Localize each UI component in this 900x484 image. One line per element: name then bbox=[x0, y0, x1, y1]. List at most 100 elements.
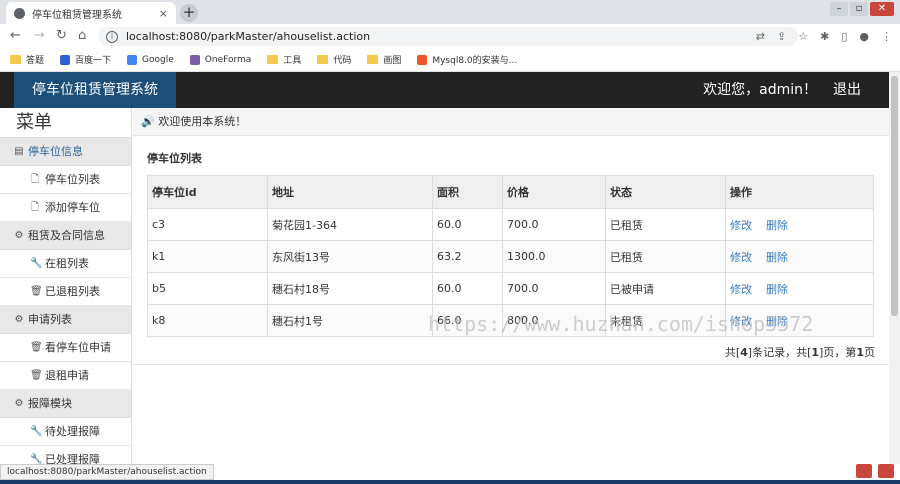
sidepanel-icon[interactable]: ▯ bbox=[841, 30, 847, 43]
minimize-button[interactable]: – bbox=[830, 2, 848, 16]
cell-area: 60.0 bbox=[432, 272, 503, 305]
total-records: 4 bbox=[740, 346, 748, 359]
input-method-icon[interactable] bbox=[856, 464, 872, 478]
site-header: 停车位租赁管理系统 欢迎您，admin！ 退出 bbox=[0, 72, 889, 108]
col-price: 价格 bbox=[502, 175, 606, 209]
cell-actions: 修改 删除 bbox=[725, 240, 874, 273]
vertical-scrollbar[interactable] bbox=[889, 72, 900, 464]
file-icon: 🗋 bbox=[30, 201, 40, 213]
profile-icon[interactable]: ● bbox=[859, 30, 869, 43]
brand-title[interactable]: 停车位租赁管理系统 bbox=[14, 72, 176, 108]
wrench-icon: 🔧 bbox=[30, 257, 43, 269]
trash-icon: 🗑 bbox=[30, 341, 43, 353]
scrollbar-thumb[interactable] bbox=[891, 76, 898, 316]
cell-address: 东风街13号 bbox=[267, 240, 433, 273]
bookmark[interactable]: Google bbox=[127, 54, 174, 65]
bookmark[interactable]: 画图 bbox=[367, 53, 401, 66]
sidebar-item-return-applications[interactable]: 🗑 退租申请 bbox=[0, 362, 131, 390]
bookmarks-bar: 答题 百度一下 Google OneForma 工具 代码 画图 Mysql8.… bbox=[0, 48, 900, 72]
notice-bar: 🔊 欢迎使用本系统！ bbox=[133, 108, 889, 136]
cell-id: k1 bbox=[147, 240, 268, 273]
window-close-button[interactable]: ✕ bbox=[870, 2, 894, 16]
sidebar-group-faults[interactable]: ⚙ 报障模块 bbox=[0, 390, 131, 418]
edit-link[interactable]: 修改 bbox=[730, 283, 752, 296]
sidebar-item-view-applications[interactable]: 🗑 看停车位申请 bbox=[0, 334, 131, 362]
tray-app-icon[interactable] bbox=[878, 464, 894, 478]
cell-id: c3 bbox=[147, 208, 268, 241]
sidebar-group-applications[interactable]: ⚙ 申请列表 bbox=[0, 306, 131, 334]
bookmark[interactable]: OneForma bbox=[189, 54, 251, 65]
trash-icon: 🗑 bbox=[30, 285, 43, 297]
table-row: c3 菊花园1-364 60.0 700.0 已租赁 修改 删除 bbox=[147, 208, 874, 241]
logout-link[interactable]: 退出 bbox=[833, 72, 861, 108]
sidebar-item-renting[interactable]: 🔧 在租列表 bbox=[0, 250, 131, 278]
watermark: https://www.huzhan.com/ishop3572 bbox=[428, 312, 814, 336]
total-pages: 1 bbox=[811, 346, 820, 359]
folder-icon bbox=[10, 55, 21, 64]
cell-id: b5 bbox=[147, 272, 268, 305]
cell-price: 700.0 bbox=[502, 272, 606, 305]
edit-link[interactable]: 修改 bbox=[730, 251, 752, 264]
divider bbox=[133, 364, 889, 365]
delete-link[interactable]: 删除 bbox=[766, 283, 788, 296]
cell-status: 已租赁 bbox=[605, 208, 726, 241]
taskbar bbox=[0, 480, 900, 484]
bookmark[interactable]: Mysql8.0的安装与... bbox=[417, 53, 517, 66]
globe-icon bbox=[14, 7, 25, 19]
reload-icon[interactable]: ↻ bbox=[56, 28, 67, 43]
list-icon: ▤ bbox=[14, 145, 24, 157]
bookmark[interactable]: 工具 bbox=[267, 53, 301, 66]
menu-title: 菜单 bbox=[0, 108, 131, 138]
edit-link[interactable]: 修改 bbox=[730, 219, 752, 232]
maximize-button[interactable]: ▫ bbox=[850, 2, 868, 16]
sidebar-group-parking[interactable]: ▤ 停车位信息 bbox=[0, 138, 131, 166]
url-text: localhost:8080/parkMaster/ahouselist.act… bbox=[126, 30, 371, 43]
delete-link[interactable]: 删除 bbox=[766, 219, 788, 232]
toolbar-icons: ⇄ ⇪ ☆ ✱ ▯ ● ⋮ bbox=[756, 30, 892, 43]
gear-icon: ⚙ bbox=[14, 397, 24, 409]
table-row: k1 东风街13号 63.2 1300.0 已租赁 修改 删除 bbox=[147, 240, 874, 273]
trash-icon: 🗑 bbox=[30, 369, 43, 381]
oneforma-icon bbox=[189, 54, 200, 65]
tab-close-icon[interactable]: × bbox=[159, 7, 168, 20]
new-tab-button[interactable]: + bbox=[180, 4, 198, 22]
site-info-icon[interactable]: i bbox=[106, 30, 118, 43]
tray-icons bbox=[856, 464, 894, 478]
bookmark[interactable]: 百度一下 bbox=[60, 53, 111, 66]
window-controls: – ▫ ✕ bbox=[830, 2, 894, 16]
csdn-icon bbox=[417, 54, 428, 65]
sidebar-group-lease[interactable]: ⚙ 租赁及合同信息 bbox=[0, 222, 131, 250]
forward-icon[interactable]: → bbox=[34, 28, 45, 43]
browser-tab[interactable]: 停车位租赁管理系统 × bbox=[6, 2, 176, 24]
sidebar-item-returned[interactable]: 🗑 已退租列表 bbox=[0, 278, 131, 306]
url-bar[interactable]: i localhost:8080/parkMaster/ahouselist.a… bbox=[98, 27, 798, 46]
sidebar-item-add-parking[interactable]: 🗋 添加停车位 bbox=[0, 194, 131, 222]
col-status: 状态 bbox=[605, 175, 726, 209]
menu-icon[interactable]: ⋮ bbox=[881, 30, 892, 43]
bookmark[interactable]: 答题 bbox=[10, 53, 44, 66]
sidebar-item-pending-faults[interactable]: 🔧 待处理报障 bbox=[0, 418, 131, 446]
cell-address: 穗石村1号 bbox=[267, 304, 433, 337]
gear-icon: ⚙ bbox=[14, 313, 24, 325]
translate-icon[interactable]: ⇄ bbox=[756, 30, 765, 43]
cell-actions: 修改 删除 bbox=[725, 272, 874, 305]
sidebar-item-parking-list[interactable]: 🗋 停车位列表 bbox=[0, 166, 131, 194]
current-page: 1 bbox=[856, 346, 864, 359]
cell-actions: 修改 删除 bbox=[725, 208, 874, 241]
wrench-icon: 🔧 bbox=[30, 425, 43, 437]
status-bar: localhost:8080/parkMaster/ahouselist.act… bbox=[0, 464, 214, 480]
notice-text: 欢迎使用本系统！ bbox=[158, 115, 247, 128]
col-address: 地址 bbox=[267, 175, 433, 209]
star-icon[interactable]: ☆ bbox=[798, 30, 808, 43]
cell-address: 菊花园1-364 bbox=[267, 208, 433, 241]
back-icon[interactable]: ← bbox=[10, 28, 21, 43]
sidebar-item-handled-faults[interactable]: 🔧 已处理报障 bbox=[0, 446, 131, 464]
share-icon[interactable]: ⇪ bbox=[777, 30, 786, 43]
home-icon[interactable]: ⌂ bbox=[78, 28, 86, 43]
col-id: 停车位id bbox=[147, 175, 268, 209]
delete-link[interactable]: 删除 bbox=[766, 251, 788, 264]
cell-price: 700.0 bbox=[502, 208, 606, 241]
cell-area: 63.2 bbox=[432, 240, 503, 273]
extensions-icon[interactable]: ✱ bbox=[820, 30, 829, 43]
bookmark[interactable]: 代码 bbox=[317, 53, 351, 66]
